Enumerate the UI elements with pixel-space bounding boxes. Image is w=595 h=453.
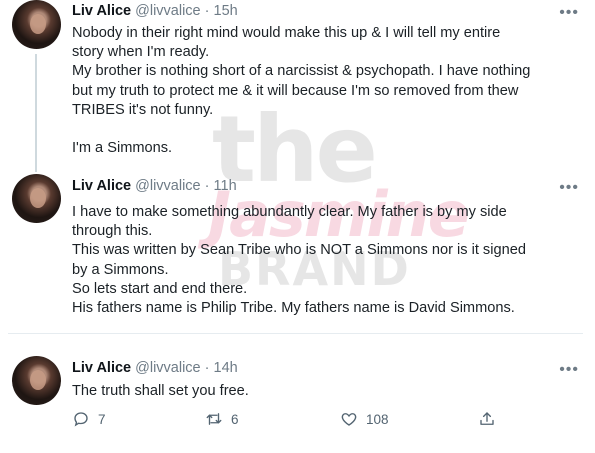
like-count: 108 [366,411,389,427]
retweet-count: 6 [231,411,239,427]
retweet-button[interactable]: 6 [205,410,239,428]
retweet-icon [206,413,222,425]
avatar[interactable] [12,0,61,49]
divider [8,333,583,334]
author-handle[interactable]: @livvalice [135,3,200,19]
author-name[interactable]: Liv Alice [72,3,131,19]
more-options-icon[interactable]: ••• [559,5,579,21]
reply-button[interactable]: 7 [72,410,106,428]
author-name[interactable]: Liv Alice [72,360,131,376]
tweet-header: Liv Alice @livvalice · 11h [72,177,237,195]
reply-icon [74,412,88,427]
author-handle[interactable]: @livvalice [135,178,200,194]
tweet-line: The truth shall set you free. [72,383,249,399]
author-name[interactable]: Liv Alice [72,178,131,194]
separator-dot: · [204,178,210,194]
tweet-time[interactable]: 15h [214,3,238,19]
tweet-line: story when I'm ready. [72,44,210,61]
tweet-time[interactable]: 11h [214,178,237,194]
tweet-1[interactable]: Liv Alice @livvalice · 15h ••• Nobody in… [0,0,595,172]
tweet-line: So lets start and end there. [72,280,248,297]
more-options-icon[interactable]: ••• [559,362,579,378]
share-button[interactable] [478,410,504,428]
reply-count: 7 [98,411,106,427]
tweet-text: I have to make something abundantly clea… [72,203,577,318]
tweet-actions: 7 6 108 [72,410,512,434]
more-options-icon[interactable]: ••• [559,180,579,196]
author-handle[interactable]: @livvalice [135,360,200,376]
tweet-line: through this. [72,223,153,240]
separator-dot: · [204,360,210,376]
tweet-line: but my truth to protect me & it will bec… [72,82,519,99]
like-button[interactable]: 108 [340,410,389,428]
tweet-time[interactable]: 14h [214,360,238,376]
separator-dot: · [204,3,210,19]
avatar[interactable] [12,356,61,405]
share-icon [480,412,494,425]
tweet-line: This was written by Sean Tribe who is NO… [72,242,526,259]
tweet-line: I'm a Simmons. [72,140,173,157]
tweet-line [72,120,577,139]
tweet-3[interactable]: Liv Alice @livvalice · 14h ••• The truth… [0,352,595,452]
tweet-text: The truth shall set you free. [72,382,577,401]
thread-line [35,54,37,172]
tweet-header: Liv Alice @livvalice · 15h [72,2,238,20]
tweet-line: Nobody in their right mind would make th… [72,25,501,41]
tweet-header: Liv Alice @livvalice · 14h [72,359,238,377]
heart-icon [341,413,357,426]
avatar[interactable] [12,174,61,223]
tweet-line: by a Simmons. [72,261,169,278]
tweet-line: His fathers name is Philip Tribe. My fat… [72,300,515,317]
tweet-2[interactable]: Liv Alice @livvalice · 11h ••• I have to… [0,172,595,332]
tweet-line: My brother is nothing short of a narciss… [72,63,531,80]
tweet-text: Nobody in their right mind would make th… [72,24,577,158]
tweet-line: I have to make something abundantly clea… [72,204,507,220]
tweet-line: TRIBES it's not funny. [72,101,214,118]
